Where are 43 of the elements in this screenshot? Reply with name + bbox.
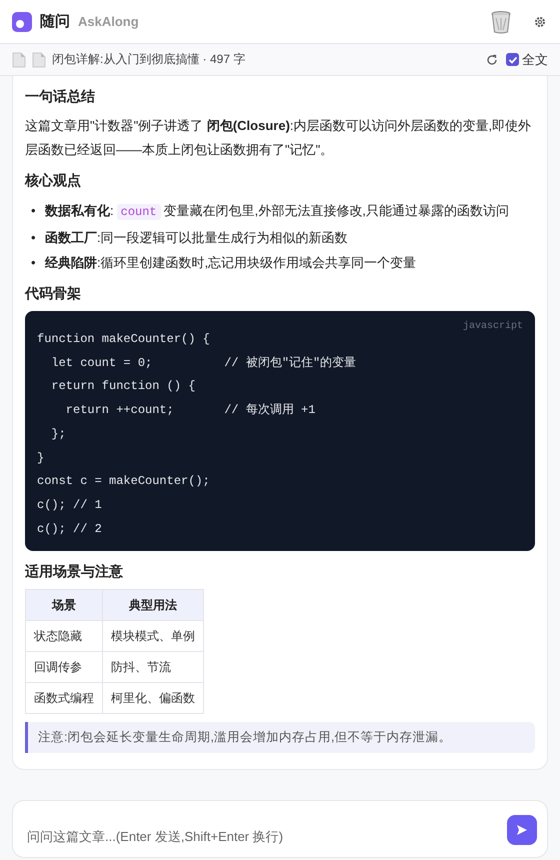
language-label: javascript — [462, 321, 523, 332]
bullet-point: 数据私有化: count 变量藏在闭包里,外部无法直接修改,只能通过暴露的函数访问 — [45, 202, 509, 222]
summary-text: 这篇文章用"计数器"例子讲透了 闭包(Closure):内层函数可以访问外层函数的变量,即使外层函数已经返回——本质上闭包让函数拥有了"记忆"。 — [25, 117, 532, 159]
code-line: } — [37, 450, 46, 467]
send-icon — [516, 824, 528, 836]
table-cell: 模块模式、单例 — [102, 620, 204, 652]
table-cell: 函数式编程 — [26, 682, 102, 714]
code-line: }; — [50, 426, 67, 443]
code-line: c(); // 2 — [37, 520, 103, 538]
bullet-point: 经典陷阱:循环里创建函数时,忘记用块级作用域会共享同一个变量 — [45, 254, 416, 272]
document-title: 闭包详解:从入门到彻底搞懂 · 497 字 — [52, 51, 246, 68]
table-cell: 回调传参 — [26, 652, 102, 683]
code-line: c(); // 1 — [37, 496, 103, 514]
section-heading: 核心观点 — [25, 172, 82, 190]
code-line: const c = makeCounter(); — [37, 473, 211, 490]
code-line: return ++count; // 每次调用 +1 — [64, 402, 316, 420]
bullet-marker: • — [31, 229, 37, 247]
code-line: function makeCounter() { — [37, 331, 211, 348]
chat-input-box[interactable]: 问问这篇文章...(Enter 发送,Shift+Enter 换行) — [12, 800, 548, 858]
document-icon — [12, 52, 26, 68]
table-cell: 状态隐藏 — [26, 620, 102, 652]
bullet-point: 函数工厂:同一段逻辑可以批量生成行为相似的新函数 — [45, 229, 348, 247]
code-line: let count = 0; // 被闭包"记住"的变量 — [50, 354, 358, 372]
bullet-marker: • — [31, 202, 37, 220]
table-cell: 防抖、节流 — [102, 652, 204, 683]
section-heading: 适用场景与注意 — [25, 563, 124, 582]
note-callout: 注意:闭包会延长变量生命周期,滥用会增加内存占用,但不等于内存泄漏。 — [25, 722, 535, 754]
table-cell: 柯里化、偏函数 — [102, 682, 204, 714]
send-button[interactable] — [507, 815, 537, 845]
full-text-checkbox[interactable]: 全文 — [506, 50, 548, 68]
section-heading: 代码骨架 — [25, 285, 82, 303]
section-heading: 一句话总结 — [25, 88, 96, 106]
column-header: 典型用法 — [102, 590, 204, 621]
app-subtitle: AskAlong — [78, 14, 139, 29]
app-logo — [12, 12, 32, 32]
checkbox-label: 全文 — [522, 50, 548, 68]
chat-input[interactable]: 问问这篇文章...(Enter 发送,Shift+Enter 换行) — [25, 823, 507, 849]
bullet-marker: • — [31, 254, 37, 272]
document-icon — [32, 52, 46, 68]
column-header: 场景 — [26, 590, 102, 621]
checkbox[interactable] — [506, 53, 519, 66]
app-title: 随问 — [40, 12, 70, 31]
code-line: return function () { — [50, 378, 196, 396]
